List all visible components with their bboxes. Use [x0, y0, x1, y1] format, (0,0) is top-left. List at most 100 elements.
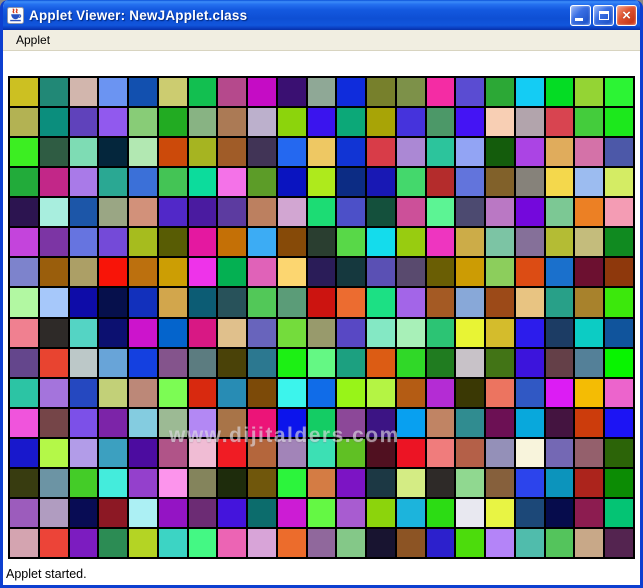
grid-cell: [515, 78, 544, 107]
grid-cell: [277, 378, 306, 407]
grid-cell: [307, 378, 336, 407]
grid-cell: [158, 228, 187, 257]
grid-cell: [486, 528, 514, 557]
grid-cell: [605, 138, 633, 167]
grid-cell: [188, 228, 217, 257]
grid-cell: [545, 288, 574, 317]
grid-cell: [277, 498, 306, 527]
grid-cell: [396, 438, 425, 467]
minimize-button[interactable]: [570, 4, 591, 26]
grid-cell: [158, 528, 187, 557]
grid-cell: [39, 198, 68, 227]
grid-cell: [337, 168, 366, 197]
grid-cell: [69, 378, 98, 407]
grid-cell: [277, 168, 306, 197]
grid-cell: [39, 318, 68, 347]
grid-cell: [515, 408, 544, 437]
grid-cell: [129, 348, 157, 377]
grid-cell: [158, 318, 187, 347]
grid-cell: [456, 498, 485, 527]
grid-cell: [158, 168, 187, 197]
maximize-button[interactable]: [593, 4, 614, 26]
grid-cell: [218, 168, 247, 197]
grid-cell: [396, 468, 425, 497]
grid-cell: [277, 438, 306, 467]
grid-cell: [486, 258, 514, 287]
grid-cell: [158, 408, 187, 437]
grid-cell: [277, 408, 306, 437]
grid-cell: [605, 378, 633, 407]
grid-cell: [426, 168, 455, 197]
grid-cell: [605, 228, 633, 257]
grid-cell: [545, 258, 574, 287]
grid-cell: [367, 348, 395, 377]
grid-cell: [188, 408, 217, 437]
grid-cell: [337, 528, 366, 557]
grid-cell: [307, 348, 336, 377]
grid-cell: [367, 528, 395, 557]
grid-cell: [337, 258, 366, 287]
grid-cell: [10, 138, 38, 167]
menu-item-applet[interactable]: Applet: [12, 31, 54, 49]
grid-cell: [218, 288, 247, 317]
grid-cell: [486, 168, 514, 197]
grid-cell: [277, 528, 306, 557]
grid-cell: [545, 408, 574, 437]
grid-cell: [456, 468, 485, 497]
grid-cell: [248, 348, 276, 377]
grid-cell: [456, 198, 485, 227]
close-button[interactable]: ×: [616, 4, 637, 26]
grid-cell: [545, 438, 574, 467]
grid-cell: [426, 498, 455, 527]
grid-cell: [605, 78, 633, 107]
grid-cell: [10, 258, 38, 287]
grid-cell: [486, 138, 514, 167]
grid-cell: [158, 378, 187, 407]
grid-cell: [10, 348, 38, 377]
grid-cell: [69, 198, 98, 227]
grid-cell: [605, 108, 633, 137]
grid-cell: [605, 258, 633, 287]
grid-cell: [248, 168, 276, 197]
grid-cell: [367, 198, 395, 227]
grid-cell: [515, 498, 544, 527]
grid-cell: [367, 408, 395, 437]
grid-cell: [188, 318, 217, 347]
grid-cell: [248, 378, 276, 407]
grid-cell: [337, 228, 366, 257]
grid-cell: [337, 108, 366, 137]
grid-cell: [426, 438, 455, 467]
grid-cell: [158, 498, 187, 527]
grid-cell: [129, 168, 157, 197]
grid-cell: [218, 108, 247, 137]
grid-cell: [69, 168, 98, 197]
applet-viewer-window: Applet Viewer: NewJApplet.class × Applet…: [0, 0, 643, 588]
grid-cell: [605, 498, 633, 527]
menu-bar: Applet: [3, 30, 640, 51]
applet-content-area: www.dijitalders.com Applet started.: [3, 51, 640, 585]
grid-cell: [605, 198, 633, 227]
grid-cell: [10, 528, 38, 557]
grid-cell: [575, 258, 604, 287]
title-bar[interactable]: Applet Viewer: NewJApplet.class ×: [3, 0, 640, 30]
grid-cell: [456, 528, 485, 557]
grid-cell: [39, 108, 68, 137]
grid-cell: [248, 498, 276, 527]
grid-cell: [456, 378, 485, 407]
grid-cell: [575, 438, 604, 467]
grid-cell: [396, 498, 425, 527]
grid-cell: [396, 348, 425, 377]
grid-cell: [129, 78, 157, 107]
grid-cell: [367, 138, 395, 167]
grid-cell: [575, 468, 604, 497]
grid-cell: [158, 288, 187, 317]
grid-cell: [515, 288, 544, 317]
grid-cell: [515, 468, 544, 497]
grid-cell: [10, 288, 38, 317]
grid-cell: [515, 378, 544, 407]
grid-cell: [158, 258, 187, 287]
grid-cell: [367, 258, 395, 287]
grid-cell: [426, 288, 455, 317]
grid-cell: [10, 108, 38, 137]
grid-cell: [99, 528, 128, 557]
